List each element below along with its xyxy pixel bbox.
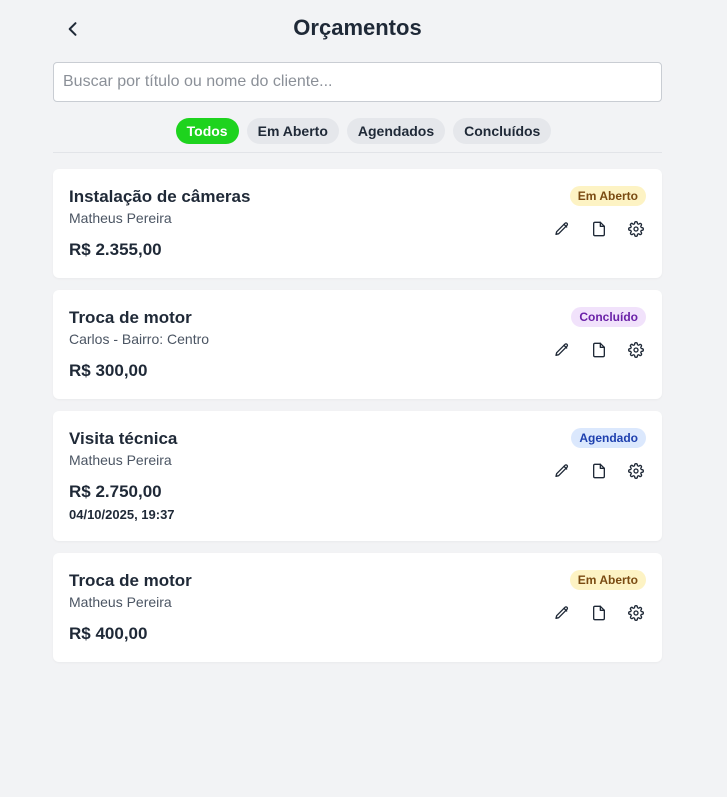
quote-title: Troca de motor	[69, 308, 192, 327]
document-button[interactable]	[591, 342, 607, 358]
filter-todos[interactable]: Todos	[175, 118, 239, 144]
settings-button[interactable]	[628, 463, 644, 479]
quote-list: Instalação de câmeras Matheus Pereira R$…	[53, 169, 662, 674]
status-badge: Em Aberto	[569, 570, 646, 590]
page-title: Orçamentos	[293, 15, 422, 40]
settings-button[interactable]	[628, 342, 644, 358]
divider	[53, 152, 662, 153]
document-icon	[593, 342, 605, 358]
search-input[interactable]	[54, 63, 661, 101]
gear-icon	[628, 605, 644, 621]
pencil-icon	[555, 606, 569, 619]
pencil-icon	[555, 343, 569, 356]
quote-scheduled-date: 04/10/2025, 19:37	[69, 507, 175, 522]
document-button[interactable]	[591, 221, 607, 237]
filter-em-aberto[interactable]: Em Aberto	[246, 118, 339, 144]
quote-title: Troca de motor	[69, 571, 192, 590]
edit-button[interactable]	[554, 221, 570, 237]
filter-concluidos[interactable]: Concluídos	[453, 118, 552, 144]
document-button[interactable]	[591, 463, 607, 479]
edit-button[interactable]	[554, 463, 570, 479]
pencil-icon	[555, 222, 569, 235]
quote-card[interactable]: Troca de motor Matheus Pereira R$ 400,00…	[53, 553, 662, 662]
quote-actions	[554, 605, 644, 621]
document-icon	[593, 463, 605, 479]
quote-title: Instalação de câmeras	[69, 187, 251, 206]
quote-value: R$ 300,00	[69, 361, 148, 380]
quote-value: R$ 2.355,00	[69, 240, 162, 259]
search-box	[53, 62, 662, 102]
quote-actions	[554, 221, 644, 237]
quote-value: R$ 2.750,00	[69, 482, 162, 501]
gear-icon	[628, 342, 644, 358]
quote-card[interactable]: Instalação de câmeras Matheus Pereira R$…	[53, 169, 662, 278]
edit-button[interactable]	[554, 605, 570, 621]
quote-title: Visita técnica	[69, 429, 178, 448]
pencil-icon	[555, 464, 569, 477]
gear-icon	[628, 463, 644, 479]
page-header: Orçamentos	[53, 12, 662, 46]
quote-card[interactable]: Visita técnica Matheus Pereira R$ 2.750,…	[53, 411, 662, 541]
status-badge: Concluído	[571, 307, 646, 327]
filter-agendados[interactable]: Agendados	[346, 118, 446, 144]
settings-button[interactable]	[628, 605, 644, 621]
quote-value: R$ 400,00	[69, 624, 148, 643]
quotes-page: Orçamentos Todos Em Aberto Agendados Con…	[0, 0, 727, 797]
status-badge: Em Aberto	[569, 186, 646, 206]
quote-actions	[554, 342, 644, 358]
document-icon	[593, 605, 605, 621]
edit-button[interactable]	[554, 342, 570, 358]
document-button[interactable]	[591, 605, 607, 621]
status-badge: Agendado	[571, 428, 646, 448]
status-filter-bar: Todos Em Aberto Agendados Concluídos	[0, 118, 727, 144]
quote-card[interactable]: Troca de motor Carlos - Bairro: Centro R…	[53, 290, 662, 399]
document-icon	[593, 221, 605, 237]
quote-actions	[554, 463, 644, 479]
gear-icon	[628, 221, 644, 237]
settings-button[interactable]	[628, 221, 644, 237]
